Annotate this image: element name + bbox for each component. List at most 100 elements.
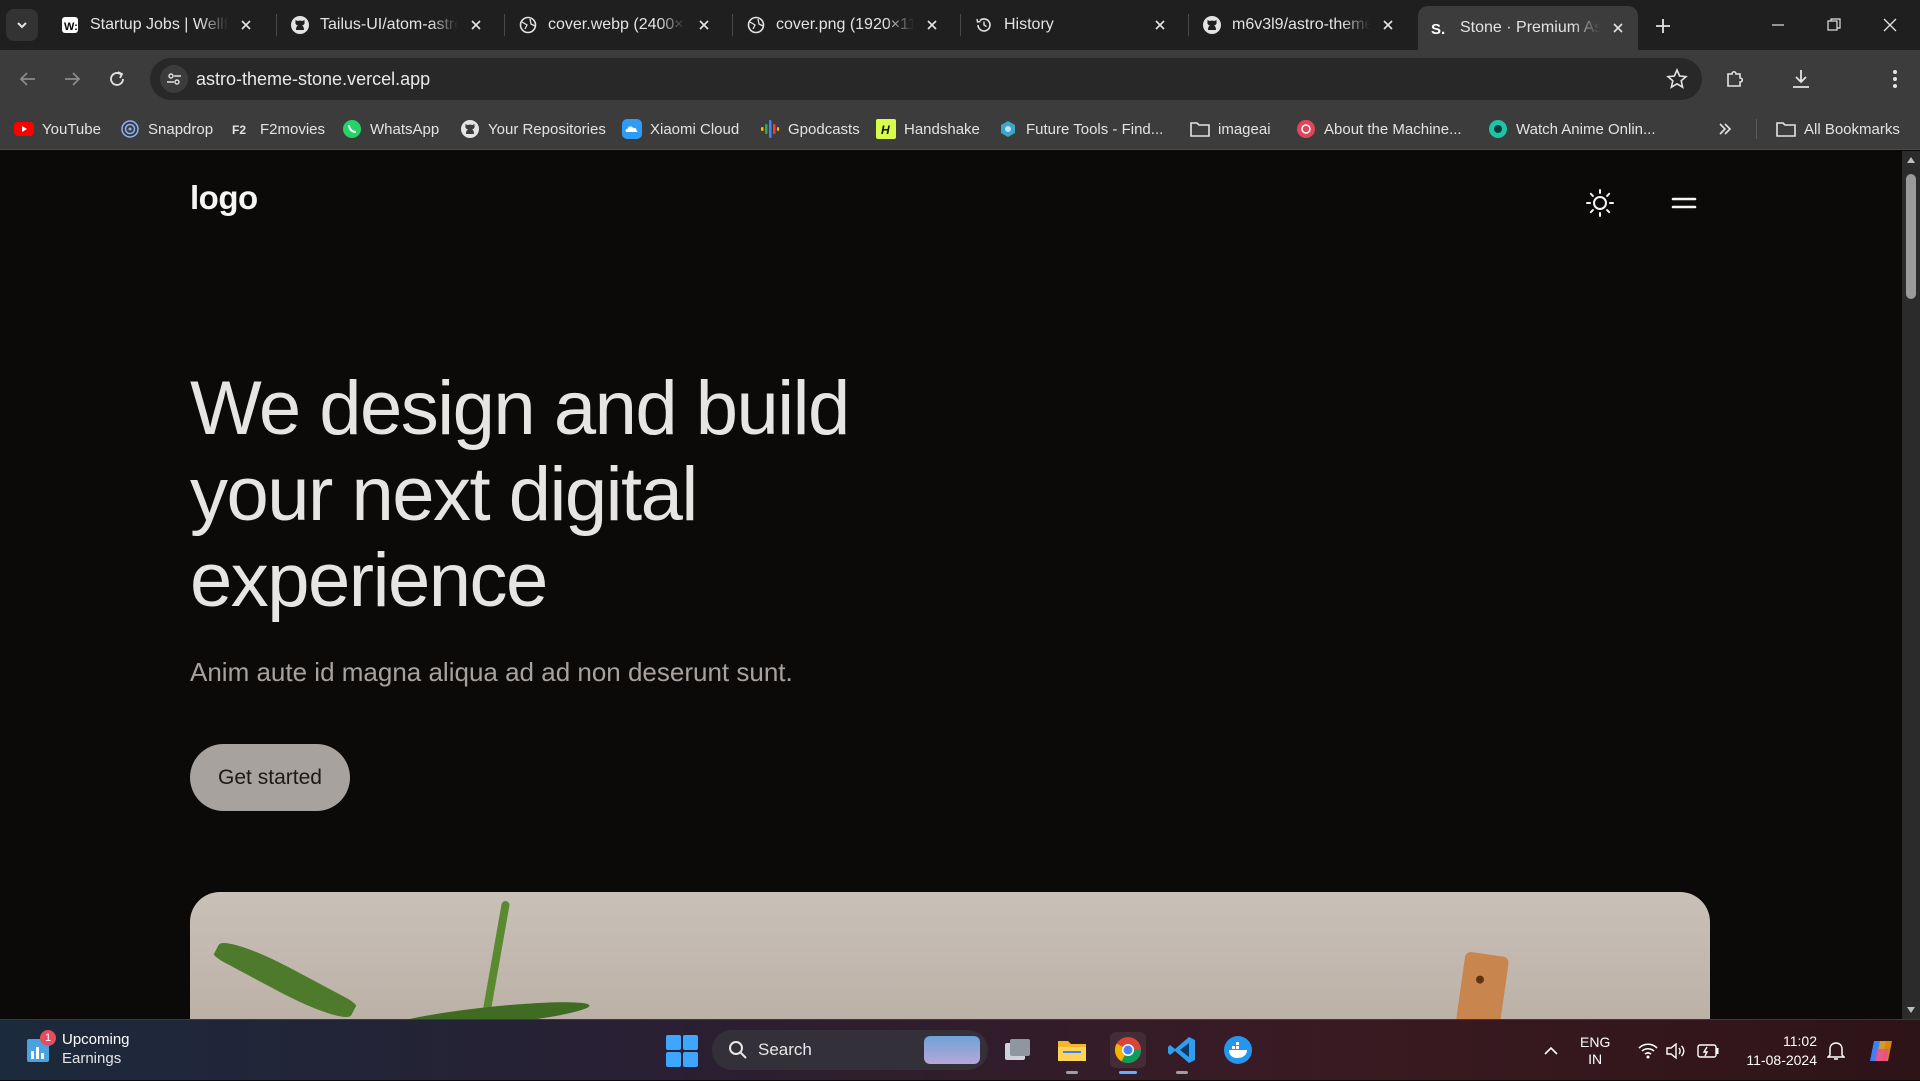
- tab-github-atom[interactable]: Tailus-UI/atom-astro-theme: [278, 6, 496, 44]
- tab-github-stone[interactable]: m6v3l9/astro-theme-stone: [1190, 6, 1408, 44]
- globe-icon: [746, 15, 766, 35]
- all-bookmarks-button[interactable]: All Bookmarks: [1776, 117, 1900, 141]
- tab-strip: W: Startup Jobs | Wellfound Tailus-UI/at…: [0, 0, 1920, 50]
- downloads-button[interactable]: [1786, 64, 1816, 94]
- page-scrollbar[interactable]: [1902, 151, 1920, 1019]
- chrome-button[interactable]: [1110, 1032, 1146, 1074]
- new-tab-button[interactable]: [1650, 13, 1676, 39]
- snapdrop-icon: [120, 119, 140, 139]
- tab-title: m6v3l9/astro-theme-stone: [1232, 16, 1370, 33]
- theme-toggle-button[interactable]: [1582, 185, 1618, 221]
- close-window-button[interactable]: [1862, 0, 1918, 50]
- tab-stone-active[interactable]: S. Stone · Premium Astro Theme: [1418, 6, 1638, 50]
- download-icon: [1793, 70, 1809, 88]
- bookmark-star-icon[interactable]: [1666, 67, 1688, 95]
- extensions-button[interactable]: [1720, 64, 1750, 94]
- docker-button[interactable]: [1220, 1032, 1256, 1068]
- back-button[interactable]: [10, 61, 46, 97]
- tab-history[interactable]: History: [962, 6, 1180, 44]
- bookmark-future-tools[interactable]: Future Tools - Find...: [998, 117, 1163, 141]
- close-icon[interactable]: [466, 15, 486, 35]
- anime-icon: [1488, 119, 1508, 139]
- calendar-chart-icon: 1: [26, 1030, 56, 1064]
- browser-toolbar: astro-theme-stone.vercel.app FK: [0, 50, 1920, 144]
- folder-icon: [1190, 119, 1210, 139]
- close-icon[interactable]: [1608, 18, 1628, 38]
- bookmark-repositories[interactable]: Your Repositories: [460, 117, 606, 141]
- search-label: Search: [758, 1040, 812, 1059]
- tab-cover-webp[interactable]: cover.webp (2400×1600): [506, 6, 724, 44]
- podcasts-icon: [760, 119, 780, 139]
- bookmark-handshake[interactable]: H Handshake: [876, 117, 980, 141]
- svg-text:S.: S.: [1431, 21, 1445, 38]
- hamburger-icon: [1671, 197, 1697, 209]
- volume-icon[interactable]: [1662, 1020, 1690, 1081]
- scroll-down-icon[interactable]: [1907, 1007, 1915, 1013]
- wifi-icon[interactable]: [1634, 1020, 1662, 1081]
- vscode-icon: [1168, 1037, 1195, 1063]
- start-button[interactable]: [666, 1035, 698, 1067]
- tab-title: Stone · Premium Astro Theme: [1460, 19, 1600, 36]
- scrollbar-thumb[interactable]: [1906, 174, 1916, 299]
- bookmark-label: All Bookmarks: [1804, 120, 1900, 138]
- minimize-button[interactable]: [1750, 0, 1806, 50]
- tab-wellfound[interactable]: W: Startup Jobs | Wellfound: [48, 6, 266, 44]
- copilot-icon[interactable]: [1862, 1020, 1902, 1081]
- notifications-icon[interactable]: [1822, 1020, 1850, 1081]
- github-icon: [460, 119, 480, 139]
- address-url: astro-theme-stone.vercel.app: [196, 69, 431, 89]
- address-bar[interactable]: astro-theme-stone.vercel.app: [150, 58, 1702, 100]
- bookmark-watch-anime[interactable]: Watch Anime Onlin...: [1488, 117, 1656, 141]
- site-logo[interactable]: logo: [190, 179, 258, 217]
- bookmark-snapdrop[interactable]: Snapdrop: [120, 117, 213, 141]
- taskbar-search[interactable]: Search: [712, 1030, 988, 1070]
- get-started-button[interactable]: Get started: [190, 744, 350, 811]
- close-icon: [1883, 18, 1897, 32]
- menu-button[interactable]: [1666, 185, 1702, 221]
- region-label: IN: [1588, 1051, 1603, 1067]
- chevron-double-right-icon: [1719, 123, 1732, 135]
- language-indicator[interactable]: ENG IN: [1580, 1034, 1610, 1068]
- bookmark-imageai[interactable]: imageai: [1190, 117, 1271, 141]
- clock-time: 11:02: [1783, 1033, 1817, 1049]
- bookmark-f2movies[interactable]: F2 F2movies: [232, 117, 325, 141]
- bookmark-gpodcasts[interactable]: Gpodcasts: [760, 117, 860, 141]
- chevron-down-icon: [17, 22, 27, 29]
- close-icon[interactable]: [1378, 15, 1398, 35]
- futuretools-icon: [998, 119, 1018, 139]
- restore-icon: [1827, 18, 1841, 31]
- bookmark-youtube[interactable]: YouTube: [14, 117, 101, 141]
- close-icon[interactable]: [1150, 15, 1170, 35]
- bookmark-xiaomi-cloud[interactable]: Xiaomi Cloud: [622, 117, 739, 141]
- show-hidden-icons-button[interactable]: [1536, 1020, 1566, 1081]
- task-view-button[interactable]: [1000, 1032, 1036, 1068]
- close-icon[interactable]: [922, 15, 942, 35]
- globe-icon: [518, 15, 538, 35]
- reload-button[interactable]: [99, 61, 135, 97]
- clock[interactable]: 11:02 11-08-2024: [1735, 1032, 1817, 1070]
- whatsapp-icon: [342, 119, 362, 139]
- vscode-button[interactable]: [1164, 1032, 1200, 1074]
- svg-text:H: H: [881, 123, 890, 137]
- page-viewport: logo We design and build your next digit…: [0, 151, 1902, 1019]
- browser-menu-button[interactable]: [1880, 64, 1910, 94]
- file-explorer-button[interactable]: [1054, 1032, 1090, 1074]
- tab-cover-png[interactable]: cover.png (1920×1152): [734, 6, 952, 44]
- restore-button[interactable]: [1806, 0, 1862, 50]
- bookmark-whatsapp[interactable]: WhatsApp: [342, 117, 439, 141]
- clock-date: 11-08-2024: [1746, 1052, 1817, 1068]
- battery-icon[interactable]: [1694, 1020, 1722, 1081]
- close-icon[interactable]: [236, 15, 256, 35]
- forward-button[interactable]: [54, 61, 90, 97]
- site-info-icon[interactable]: [160, 65, 188, 93]
- bookmark-about-machine[interactable]: About the Machine...: [1296, 117, 1462, 141]
- bookmark-label: imageai: [1218, 120, 1271, 138]
- bookmarks-overflow-button[interactable]: [1718, 117, 1732, 141]
- close-icon[interactable]: [694, 15, 714, 35]
- widgets-button[interactable]: 1 Upcoming Earnings: [26, 1030, 130, 1068]
- notification-badge: 1: [40, 1030, 56, 1046]
- bookmark-label: Watch Anime Onlin...: [1516, 120, 1656, 138]
- tab-search-button[interactable]: [6, 9, 38, 41]
- tab-title: cover.png (1920×1152): [776, 16, 914, 33]
- scroll-up-icon[interactable]: [1907, 157, 1915, 163]
